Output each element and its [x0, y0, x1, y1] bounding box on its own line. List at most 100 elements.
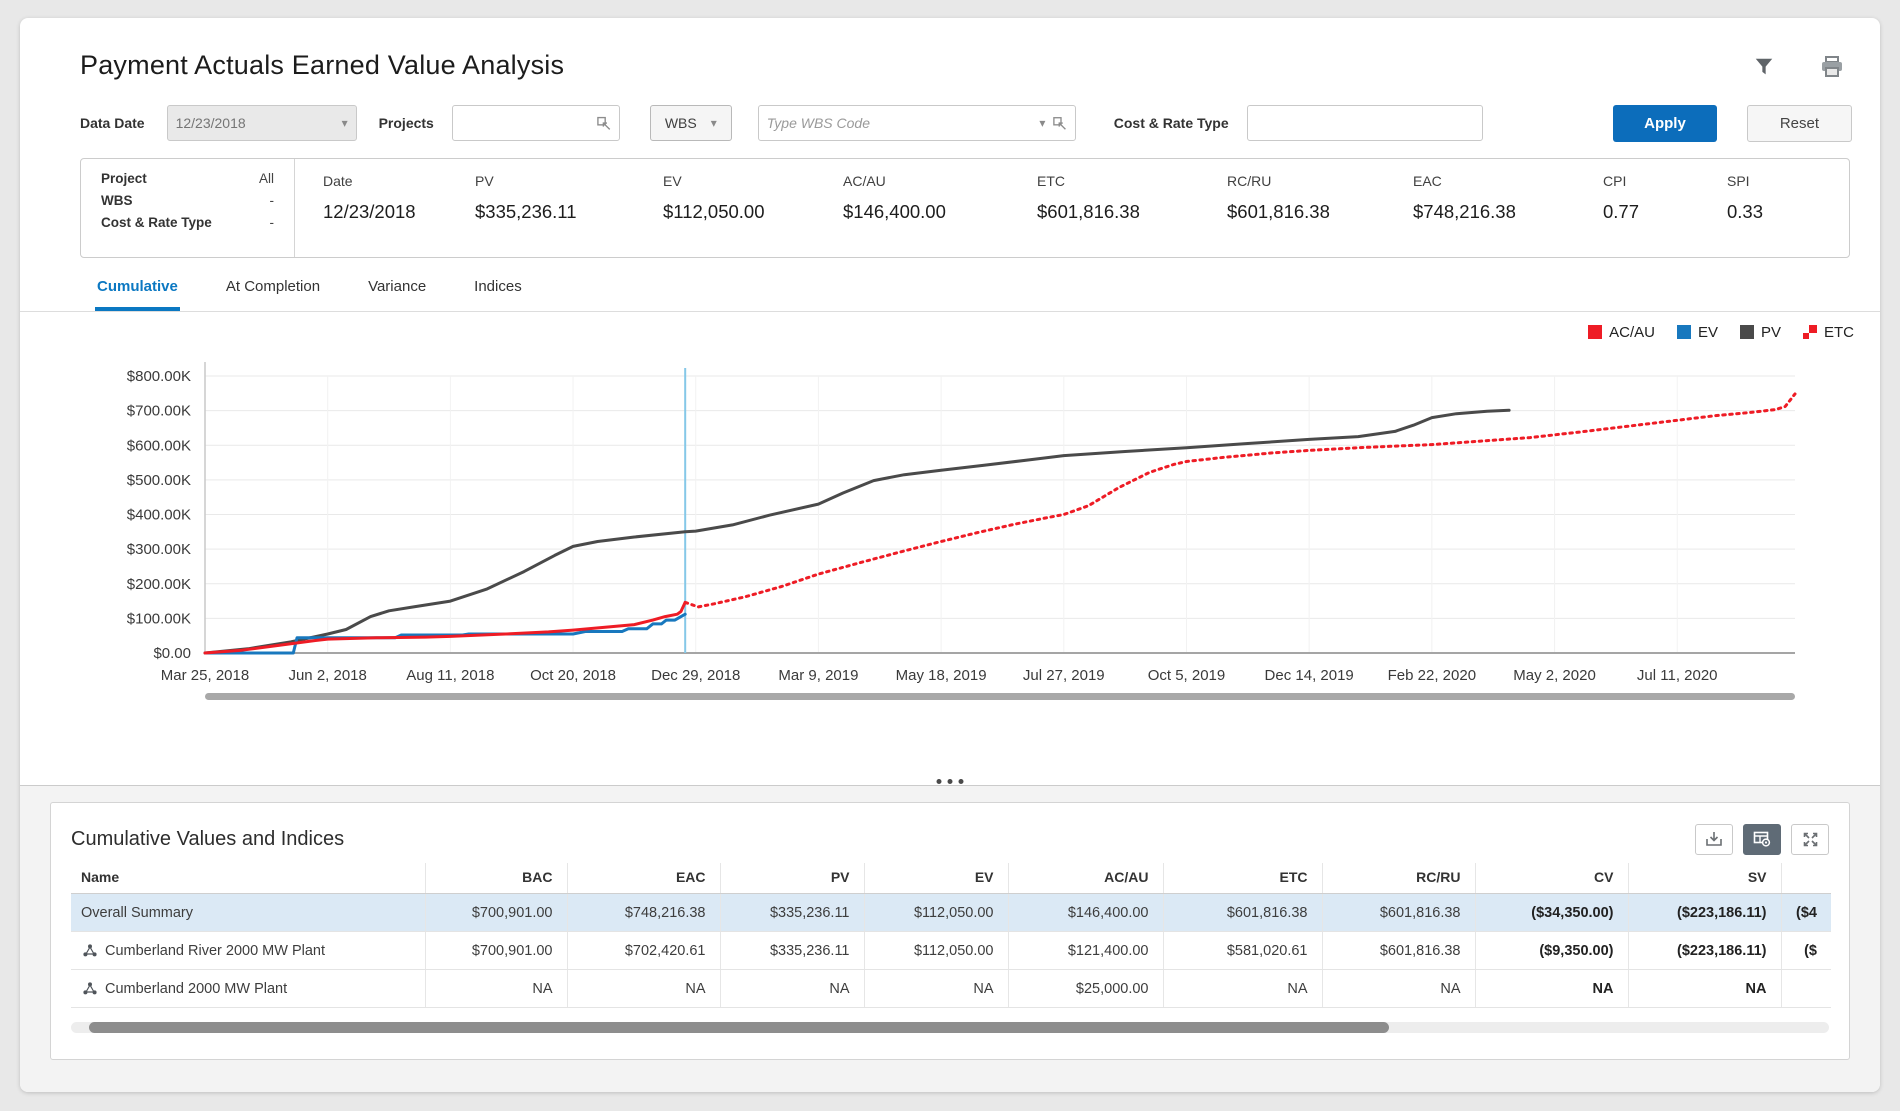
value-cell: NA: [1475, 970, 1628, 1008]
picker-icon[interactable]: [597, 116, 611, 131]
tab-variance[interactable]: Variance: [366, 274, 428, 311]
y-tick-label: $0.00: [153, 645, 191, 662]
metric-eac-value: $748,216.38: [1413, 201, 1603, 223]
row-name-cell: Cumberland River 2000 MW Plant: [71, 932, 425, 970]
chevron-down-icon: ▾: [711, 116, 717, 130]
legend-label: AC/AU: [1609, 324, 1655, 341]
cost-rate-type-label: Cost & Rate Type: [1114, 115, 1229, 131]
legend-label: ETC: [1824, 324, 1854, 341]
chevron-down-icon: ▾: [342, 116, 348, 130]
legend-label: PV: [1761, 324, 1781, 341]
table-row[interactable]: Cumberland 2000 MW PlantNANANANA$25,000.…: [71, 970, 1831, 1008]
table-row[interactable]: Overall Summary$700,901.00$748,216.38$33…: [71, 894, 1831, 932]
x-tick-label: Dec 29, 2018: [651, 667, 740, 684]
column-header-etc[interactable]: ETC: [1163, 863, 1322, 894]
column-header-ev[interactable]: EV: [864, 863, 1008, 894]
filter-button[interactable]: [1750, 54, 1778, 80]
page-title: Payment Actuals Earned Value Analysis: [80, 50, 1820, 81]
value-cell: $112,050.00: [864, 932, 1008, 970]
value-cell: $748,216.38: [567, 894, 720, 932]
series-acau[interactable]: [205, 602, 685, 653]
metric-cpi-value: 0.77: [1603, 201, 1727, 223]
value-cell: ($9,350.00): [1475, 932, 1628, 970]
x-tick-label: Mar 25, 2018: [161, 667, 249, 684]
metric-pv-value: $335,236.11: [475, 201, 663, 223]
scope-cost-rate-value: -: [270, 215, 275, 230]
table-horizontal-scrollbar[interactable]: [71, 1022, 1829, 1033]
series-ev[interactable]: [205, 614, 685, 653]
column-header-cv[interactable]: CV: [1475, 863, 1628, 894]
metric-date-label: Date: [323, 173, 475, 189]
value-cell: $121,400.00: [1008, 932, 1163, 970]
view-tabs: Cumulative At Completion Variance Indice…: [20, 258, 1880, 312]
value-cell: ($4: [1781, 894, 1831, 932]
legend-item-acau[interactable]: AC/AU: [1588, 324, 1655, 341]
value-cell: NA: [1163, 970, 1322, 1008]
column-header-bac[interactable]: BAC: [425, 863, 567, 894]
legend-item-ev[interactable]: EV: [1677, 324, 1718, 341]
column-header-sv[interactable]: SV: [1628, 863, 1781, 894]
picker-icon[interactable]: [1053, 116, 1066, 131]
data-date-label: Data Date: [80, 115, 145, 131]
metric-date-value: 12/23/2018: [323, 201, 475, 223]
wbs-selector-button[interactable]: WBS ▾: [650, 105, 732, 141]
table-row[interactable]: Cumberland River 2000 MW Plant$700,901.0…: [71, 932, 1831, 970]
tab-cumulative[interactable]: Cumulative: [95, 274, 180, 311]
table-scrollbar-thumb[interactable]: [89, 1022, 1390, 1033]
scope-wbs-label: WBS: [101, 193, 133, 208]
metric-etc-label: ETC: [1037, 173, 1227, 189]
scope-cost-rate-label: Cost & Rate Type: [101, 215, 212, 230]
expand-button[interactable]: [1791, 824, 1829, 855]
table-title: Cumulative Values and Indices: [71, 828, 344, 851]
legend-item-etc[interactable]: ETC: [1803, 324, 1854, 341]
value-cell: $581,020.61: [1163, 932, 1322, 970]
x-tick-label: Aug 11, 2018: [406, 667, 494, 684]
column-header-eac[interactable]: EAC: [567, 863, 720, 894]
metric-spi-value: 0.33: [1727, 201, 1827, 223]
wbs-code-input[interactable]: [767, 115, 1034, 131]
value-cell: $700,901.00: [425, 894, 567, 932]
apply-button[interactable]: Apply: [1613, 105, 1717, 142]
x-tick-label: May 18, 2019: [896, 667, 987, 684]
reset-button[interactable]: Reset: [1747, 105, 1852, 142]
column-header-acau[interactable]: AC/AU: [1008, 863, 1163, 894]
projects-input[interactable]: [461, 115, 597, 131]
series-etc[interactable]: [685, 394, 1795, 607]
table-settings-button[interactable]: [1743, 824, 1781, 855]
x-tick-label: Mar 9, 2019: [778, 667, 858, 684]
funnel-icon: [1753, 56, 1775, 78]
column-header-pv[interactable]: PV: [720, 863, 864, 894]
export-button[interactable]: [1695, 824, 1733, 855]
legend-item-pv[interactable]: PV: [1740, 324, 1781, 341]
chevron-down-icon[interactable]: ▾: [1039, 116, 1045, 130]
evm-chart[interactable]: $800.00K$700.00K$600.00K$500.00K$400.00K…: [20, 346, 1880, 706]
tab-at-completion[interactable]: At Completion: [224, 274, 322, 311]
value-cell: ($223,186.11): [1628, 894, 1781, 932]
metric-eac-label: EAC: [1413, 173, 1603, 189]
print-button[interactable]: [1818, 54, 1846, 80]
summary-metrics: Date12/23/2018 PV$335,236.11 EV$112,050.…: [295, 159, 1849, 257]
export-icon: [1705, 831, 1723, 847]
x-tick-label: May 2, 2020: [1513, 667, 1596, 684]
cost-rate-type-input[interactable]: [1256, 115, 1474, 131]
summary-panel: ProjectAll WBS- Cost & Rate Type- Date12…: [80, 158, 1850, 258]
cost-rate-type-field: [1247, 105, 1483, 141]
chart-horizontal-scrollbar[interactable]: [205, 693, 1795, 700]
panel-resize-handle[interactable]: [20, 770, 1880, 786]
tab-indices[interactable]: Indices: [472, 274, 524, 311]
column-header-rcru[interactable]: RC/RU: [1322, 863, 1475, 894]
column-header-name[interactable]: Name: [71, 863, 425, 894]
wbs-code-field: ▾: [758, 105, 1076, 141]
x-tick-label: Oct 20, 2018: [530, 667, 616, 684]
wbs-selector-label: WBS: [665, 115, 697, 131]
y-tick-label: $800.00K: [127, 368, 191, 385]
data-date-select[interactable]: 12/23/2018 ▾: [167, 105, 357, 141]
value-cell: NA: [1628, 970, 1781, 1008]
column-header-clipped[interactable]: [1781, 863, 1831, 894]
y-tick-label: $100.00K: [127, 610, 191, 627]
series-pv[interactable]: [205, 410, 1509, 653]
wbs-node-icon: [83, 944, 97, 957]
metric-acau-label: AC/AU: [843, 173, 1037, 189]
value-cell: $335,236.11: [720, 932, 864, 970]
row-name-cell: Overall Summary: [71, 894, 425, 932]
